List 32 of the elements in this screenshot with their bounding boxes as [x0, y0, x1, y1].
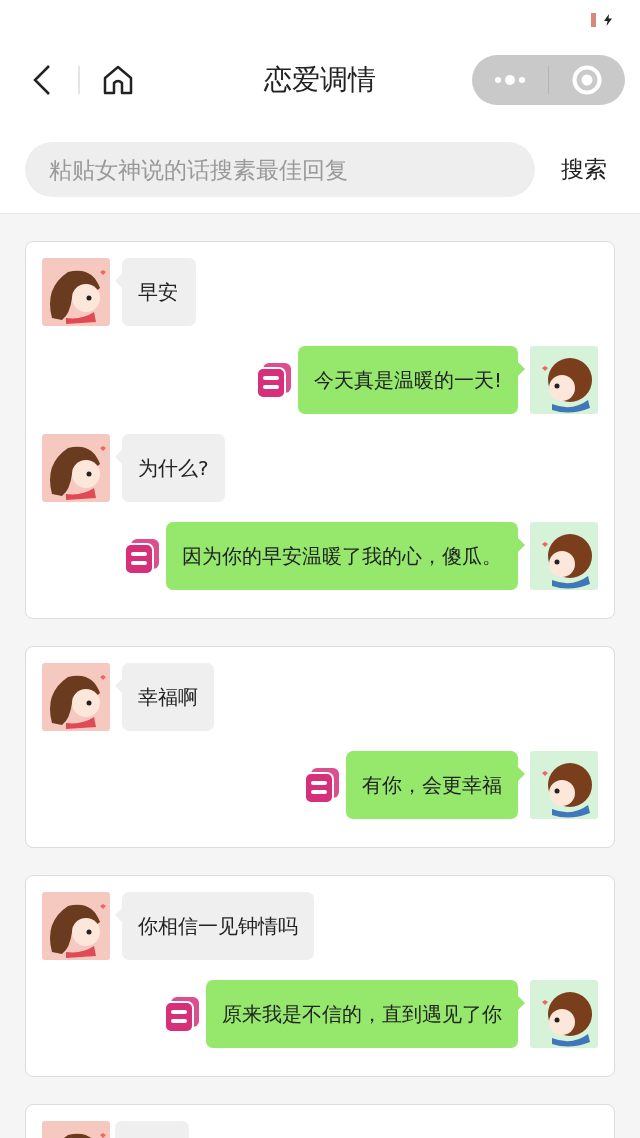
page-title: 恋爱调情: [263, 62, 377, 98]
message-bubble: 你相信一见钟情吗: [122, 892, 314, 960]
bubble-tail-icon: [518, 996, 525, 1010]
back-icon[interactable]: [32, 64, 52, 96]
boy-avatar-drawing: [530, 346, 598, 414]
message-bubble: 早安: [122, 258, 196, 326]
copy-icon[interactable]: [303, 766, 341, 804]
copy-icon[interactable]: [163, 995, 201, 1033]
bubble-tail-icon: [518, 767, 525, 781]
home-icon[interactable]: [102, 64, 134, 96]
charging-icon: [604, 14, 612, 26]
girl-avatar-drawing: [42, 434, 110, 502]
more-icon: [494, 75, 526, 85]
search-field[interactable]: 粘贴女神说的话搜素最佳回复: [25, 142, 535, 197]
battery-icon: [591, 13, 596, 27]
message-bubble: 原来我是不信的，直到遇见了你: [206, 980, 518, 1048]
girl-avatar-drawing: [42, 663, 110, 731]
search-button[interactable]: 搜索: [555, 150, 613, 189]
girl-avatar-drawing: [42, 258, 110, 326]
boy-avatar-drawing: [530, 980, 598, 1048]
girl-avatar-drawing: [42, 892, 110, 960]
target-icon: [572, 65, 602, 95]
bubble-tail-icon: [518, 362, 525, 376]
message-bubble: 因为你的早安温暖了我的心，傻瓜。: [166, 522, 518, 590]
bubble-tail-icon: [518, 538, 525, 552]
boy-avatar-drawing: [530, 522, 598, 590]
message-bubble: 今天真是温暖的一天!: [297, 346, 518, 414]
message-bubble: 为什么?: [122, 434, 225, 502]
message-bubble: 有你，会更幸福: [346, 751, 518, 819]
copy-icon[interactable]: [123, 537, 161, 575]
boy-avatar-drawing: [530, 751, 598, 819]
message-bubble: 幸福啊: [122, 663, 214, 731]
